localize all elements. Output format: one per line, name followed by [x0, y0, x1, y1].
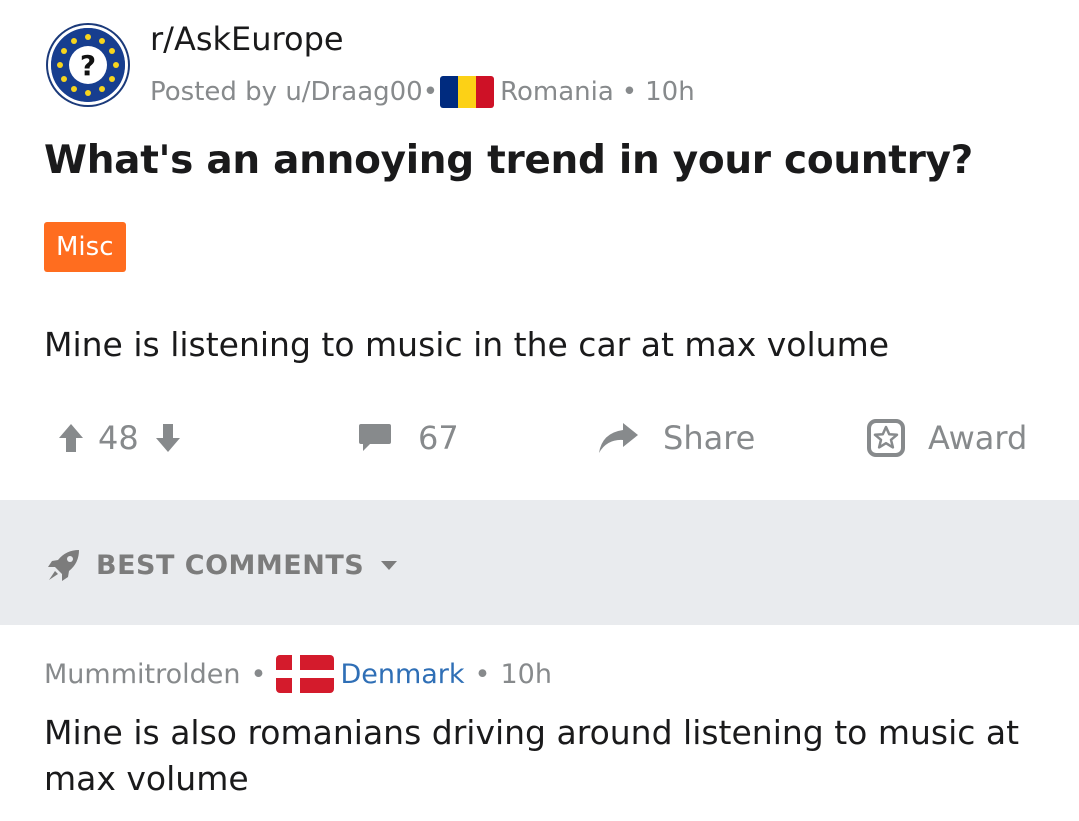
downvote-icon[interactable] — [155, 423, 181, 453]
post-title[interactable]: What's an annoying trend in your country… — [44, 138, 973, 183]
comment-separator: • — [474, 658, 491, 690]
comment-country: Denmark — [340, 658, 465, 690]
post-body: Mine is listening to music in the car at… — [44, 325, 890, 364]
romania-flag-icon — [440, 76, 495, 108]
posted-by[interactable]: Posted by u/Draag00• — [150, 77, 438, 107]
comment-meta: Mummitrolden • Denmark • 10h — [44, 652, 552, 696]
share-button[interactable]: Share — [597, 410, 755, 466]
post-actions: 48 67 Share Award — [0, 410, 1079, 466]
comment-separator: • — [250, 658, 267, 690]
sort-bar: BEST COMMENTS — [0, 500, 1079, 625]
svg-text:?: ? — [80, 49, 96, 82]
award-label: Award — [928, 419, 1028, 457]
comment-body: Mine is also romanians driving around li… — [44, 713, 1020, 798]
chevron-down-icon — [381, 561, 398, 570]
vote-count: 48 — [98, 419, 139, 457]
subreddit-name[interactable]: r/AskEurope — [150, 20, 344, 58]
sort-label: BEST COMMENTS — [96, 549, 365, 581]
sort-dropdown[interactable]: BEST COMMENTS — [46, 545, 398, 585]
comment-icon — [359, 424, 391, 451]
post-meta: Posted by u/Draag00• Romania • 10h — [150, 74, 695, 110]
upvote-icon[interactable] — [58, 423, 84, 453]
share-icon — [599, 423, 638, 453]
share-label: Share — [663, 419, 756, 457]
award-icon — [867, 419, 905, 457]
comment-count: 67 — [418, 419, 459, 457]
rocket-icon — [48, 550, 79, 581]
award-button[interactable]: Award — [866, 410, 1027, 466]
askeurope-avatar-icon[interactable]: ? — [48, 25, 128, 105]
denmark-flag-icon — [276, 655, 335, 693]
comments-button[interactable]: 67 — [358, 410, 459, 466]
meta-separator: • — [621, 77, 638, 107]
vote-group: 48 — [58, 410, 181, 466]
post-age: 10h — [645, 77, 695, 107]
flair-badge[interactable]: Misc — [44, 222, 126, 272]
author-country: Romania — [500, 77, 614, 107]
post-card: ? r/AskEurope Posted by u/Draag00• Roman… — [0, 0, 1079, 500]
comment-age: 10h — [500, 658, 552, 690]
comment-author[interactable]: Mummitrolden — [44, 659, 241, 690]
